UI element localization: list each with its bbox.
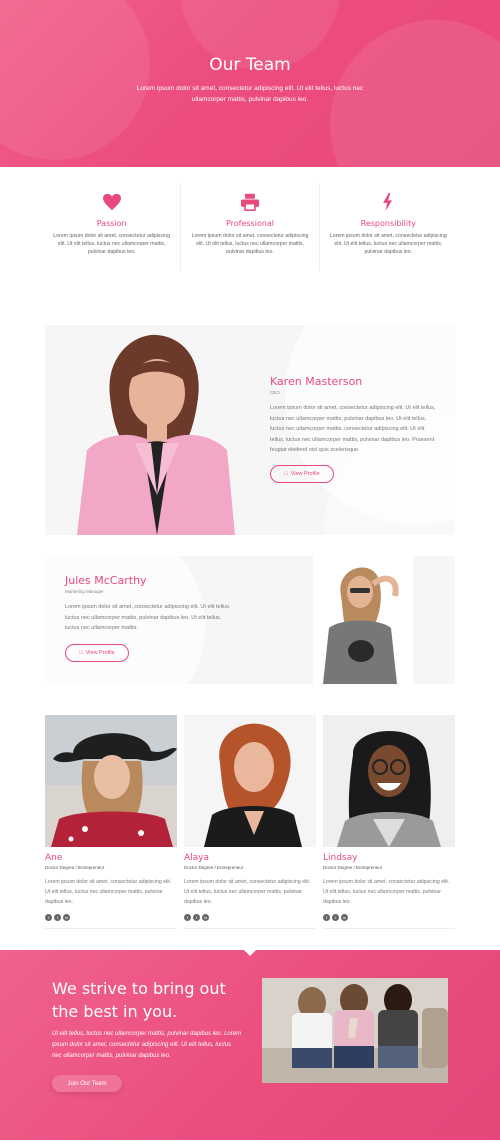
- linkedin-icon[interactable]: in: [341, 914, 348, 921]
- facebook-icon[interactable]: f: [323, 914, 330, 921]
- feature-passion: Passion Lorem ipsum dolor sit amet, cons…: [43, 183, 182, 271]
- member-bio: Lorem ipsum dolor sit amet, consectetur …: [184, 879, 311, 905]
- profile-icon: □: [79, 650, 83, 656]
- printer-icon: [240, 193, 259, 211]
- twitter-icon[interactable]: t: [332, 914, 339, 921]
- heart-icon: [102, 193, 121, 211]
- member-role: Marketing Manager: [65, 589, 104, 594]
- member-role: Doctor Degree / Entrepreneur: [323, 865, 383, 870]
- cta-headline-line2: the best in you.: [52, 1002, 178, 1021]
- feature-title: Responsibility: [360, 219, 416, 228]
- member-name: Jules McCarthy: [65, 574, 147, 587]
- featured-member-card: Karen Masterson CEO Lorem ipsum dolor si…: [45, 325, 455, 535]
- facebook-icon[interactable]: f: [184, 914, 191, 921]
- member-bio: Lorem ipsum dolor sit amet, consectetur …: [45, 879, 172, 905]
- button-label: View Profile: [85, 650, 115, 656]
- section-notch: [243, 950, 257, 956]
- member-role: Doctor Degree / Entrepreneur: [45, 865, 105, 870]
- member-name: Lindsay: [323, 853, 358, 863]
- feature-professional: Professional Lorem ipsum dolor sit amet,…: [181, 183, 320, 271]
- member-name: Alaya: [184, 853, 210, 863]
- features-row: Passion Lorem ipsum dolor sit amet, cons…: [43, 183, 457, 271]
- member-bio: Lorem ipsum dolor sit amet, consectetur …: [65, 604, 231, 631]
- featured-member-card: Jules McCarthy Marketing Manager Lorem i…: [45, 556, 455, 684]
- social-links: f t in: [323, 914, 348, 921]
- member-role: Doctor Degree / Entrepreneur: [184, 865, 244, 870]
- twitter-icon[interactable]: t: [54, 914, 61, 921]
- page-title: Our Team: [209, 55, 291, 75]
- cta-text: Ut elit tellus, luctus nec ullamcorper m…: [52, 1031, 242, 1059]
- cta-section: We strive to bring out the best in you. …: [0, 950, 500, 1140]
- member-photo: [313, 556, 413, 684]
- social-links: f t in: [184, 914, 209, 921]
- member-bio: Lorem ipsum dolor sit amet, consectetur …: [323, 879, 450, 905]
- feature-title: Professional: [225, 219, 275, 228]
- hero-subtitle: Lorem ipsum dolor sit amet, consectetur …: [136, 85, 364, 103]
- view-profile-button[interactable]: □ View Profile: [270, 465, 334, 483]
- member-photo: [184, 715, 316, 847]
- linkedin-icon[interactable]: in: [202, 914, 209, 921]
- cta-headline: We strive to bring out the best in you.: [52, 977, 252, 1023]
- member-photo: [323, 715, 455, 847]
- cta-headline-line1: We strive to bring out: [52, 979, 226, 998]
- social-links: f t in: [45, 914, 70, 921]
- lightning-icon: [383, 193, 393, 211]
- feature-text: Lorem ipsum dolor sit amet, consectetur …: [191, 233, 309, 255]
- twitter-icon[interactable]: t: [193, 914, 200, 921]
- feature-text: Lorem ipsum dolor sit amet, consectetur …: [329, 233, 447, 255]
- member-name: Karen Masterson: [270, 375, 363, 388]
- member-role: CEO: [270, 390, 280, 395]
- feature-responsibility: Responsibility Lorem ipsum dolor sit ame…: [320, 183, 457, 271]
- facebook-icon[interactable]: f: [45, 914, 52, 921]
- view-profile-button[interactable]: □ View Profile: [65, 644, 129, 662]
- hero-banner: Our Team Lorem ipsum dolor sit amet, con…: [0, 0, 500, 167]
- divider: [184, 928, 316, 929]
- member-name: Ane: [45, 853, 63, 863]
- button-label: View Profile: [290, 471, 320, 477]
- feature-text: Lorem ipsum dolor sit amet, consectetur …: [53, 233, 171, 255]
- divider: [45, 928, 177, 929]
- profile-icon: □: [284, 471, 288, 477]
- linkedin-icon[interactable]: in: [63, 914, 70, 921]
- team-photo: [262, 978, 448, 1083]
- member-photo: [45, 715, 177, 847]
- join-team-button[interactable]: Join Our Team: [52, 1075, 122, 1092]
- member-photo: [65, 325, 245, 535]
- feature-title: Passion: [96, 219, 127, 228]
- divider: [323, 928, 455, 929]
- member-bio: Lorem ipsum dolor sit amet, consectetur …: [270, 405, 436, 453]
